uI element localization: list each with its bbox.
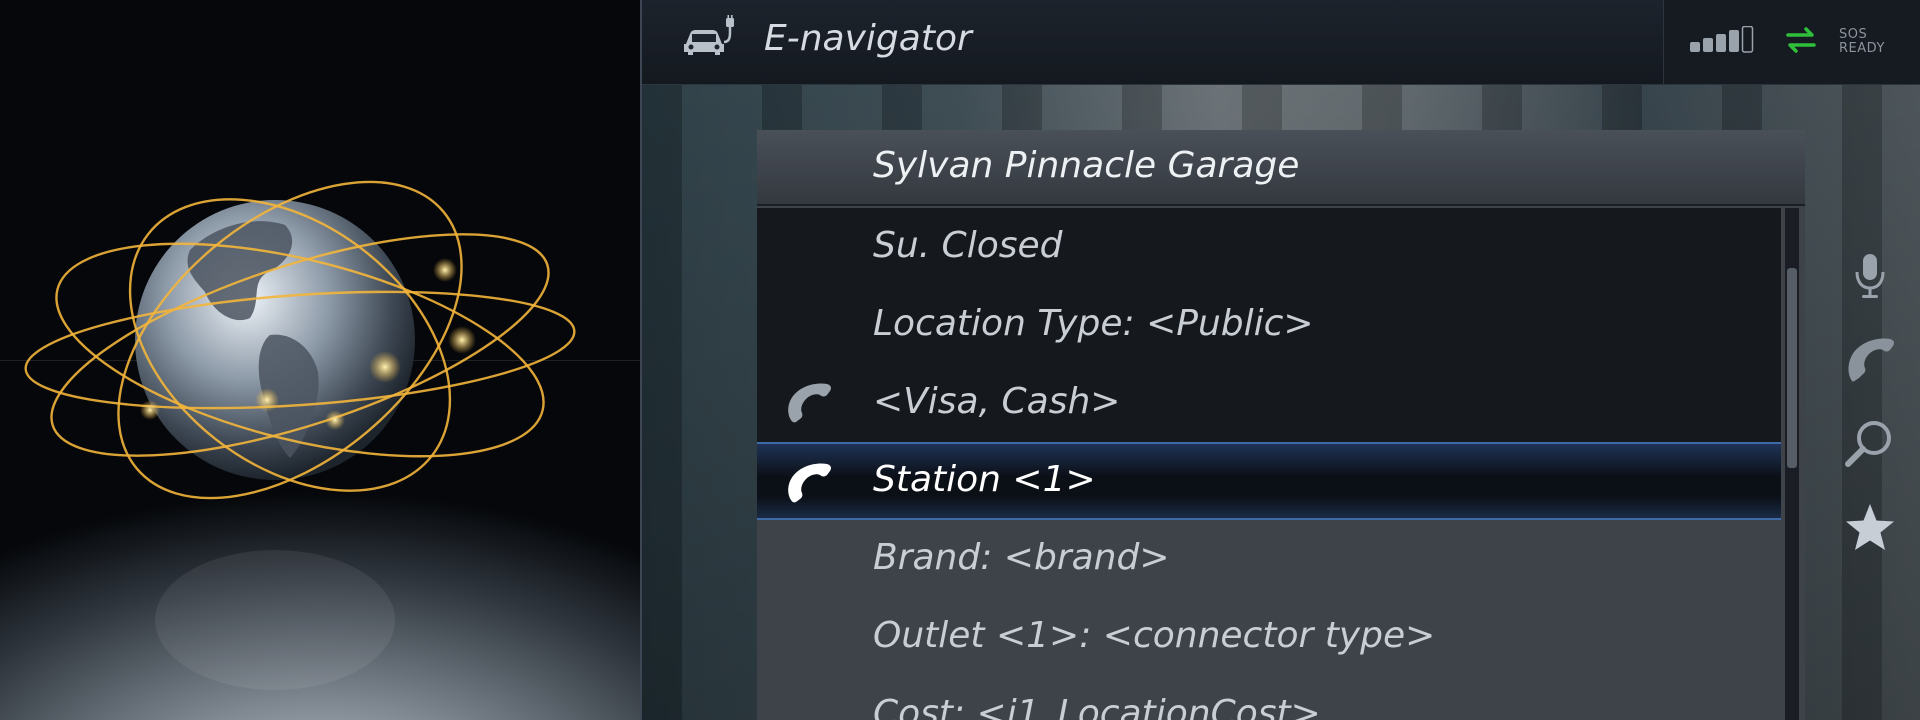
sos-label-line2: READY: [1839, 41, 1885, 56]
detail-list: Su. Closed Location Type: <Public> <Visa…: [757, 208, 1781, 720]
sos-status-label: SOS READY: [1839, 28, 1885, 56]
scrollbar-thumb[interactable]: [1787, 268, 1797, 468]
list-item-label: Cost: <i1_LocationCost>: [873, 693, 1321, 720]
list-item-label: Brand: <brand>: [873, 537, 1170, 578]
favorite-star-icon[interactable]: [1842, 500, 1898, 556]
phone-icon: [788, 463, 831, 503]
data-transfer-icon: [1786, 27, 1816, 53]
list-item-label: Station <1>: [873, 459, 1096, 500]
location-detail-card: Sylvan Pinnacle Garage Su. Closed Locati…: [757, 130, 1805, 720]
list-item[interactable]: Location Type: <Public>: [757, 286, 1781, 364]
car-charging-icon: [684, 15, 734, 55]
list-item-selected[interactable]: Station <1>: [757, 442, 1781, 520]
list-item[interactable]: Outlet <1>: <connector type>: [757, 598, 1781, 676]
signal-strength-icon: [1690, 26, 1754, 53]
search-icon[interactable]: [1842, 416, 1898, 472]
navigator-panel: E-navigator SOS READY Sylvan Pinnacle Ga…: [642, 0, 1920, 720]
globe-icon: [24, 180, 576, 690]
microphone-icon[interactable]: [1842, 248, 1898, 304]
sos-label-line1: SOS: [1839, 27, 1868, 42]
list-item[interactable]: <Visa, Cash>: [757, 364, 1781, 442]
list-item-label: Location Type: <Public>: [873, 303, 1314, 344]
card-title-bar: Sylvan Pinnacle Garage: [757, 130, 1805, 206]
list-item-label: <Visa, Cash>: [873, 381, 1121, 422]
globe-panel: [0, 0, 640, 720]
app-title: E-navigator: [764, 18, 972, 59]
location-title: Sylvan Pinnacle Garage: [873, 145, 1300, 186]
phone-icon[interactable]: [1842, 333, 1898, 389]
list-item[interactable]: Cost: <i1_LocationCost>: [757, 676, 1781, 720]
phone-icon: [788, 383, 831, 423]
scrollbar[interactable]: [1785, 208, 1799, 720]
list-item-label: Su. Closed: [873, 225, 1063, 266]
list-item[interactable]: Su. Closed: [757, 208, 1781, 286]
list-item-label: Outlet <1>: <connector type>: [873, 615, 1436, 656]
list-item[interactable]: Brand: <brand>: [757, 520, 1781, 598]
status-area: SOS READY: [1663, 0, 1920, 84]
header-bar: E-navigator SOS READY: [642, 0, 1920, 85]
